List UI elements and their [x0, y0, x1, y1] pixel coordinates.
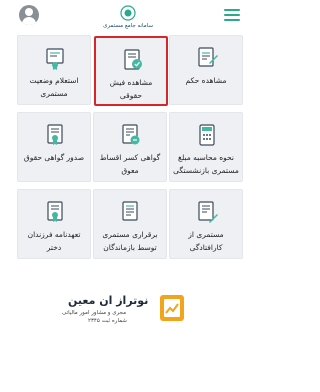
tile-salary-certificate[interactable]: صدور گواهی حقوق	[17, 112, 91, 182]
ruling-document-icon	[198, 47, 218, 67]
tile-label: گواهی کسر اقساط معوق	[99, 153, 161, 175]
tile-label: مشاهده حکم	[185, 76, 227, 85]
brand-subtitle: مجری و مشاور امور مالیاتی	[62, 310, 127, 316]
brand-registration: شماره ثبت ۲۳۴۵	[88, 318, 127, 324]
certificate-inquiry-icon	[46, 48, 64, 70]
tile-pension-calculation[interactable]: نحوه محاسبه مبلغ مستمری بازنشستگی	[169, 112, 243, 182]
payslip-icon	[124, 49, 142, 70]
tile-deduction-certificate[interactable]: گواهی کسر اقساط معوق	[93, 112, 167, 182]
tile-label: صدور گواهی حقوق	[23, 153, 85, 162]
deduction-certificate-icon	[122, 124, 140, 145]
commitment-letter-icon	[47, 201, 63, 222]
hamburger-menu-icon[interactable]	[224, 9, 240, 21]
tile-label: برقراری مستمری توسط بازماندگان	[102, 230, 158, 252]
tile-view-payslip[interactable]: مشاهده فیش حقوقی	[94, 36, 168, 106]
tile-daughters-commitment[interactable]: تعهدنامه فرزندان دختر	[17, 189, 91, 259]
tile-pension-status-inquiry[interactable]: استعلام وضعیت مستمری	[17, 35, 91, 105]
app-logo: سامانه جامع مستمری	[103, 5, 153, 29]
tile-label: مشاهده فیش حقوقی	[109, 78, 153, 100]
app-header: سامانه جامع مستمری	[0, 0, 259, 34]
brand-logo-icon	[160, 295, 184, 321]
survivors-pension-icon	[122, 201, 138, 221]
tile-view-ruling[interactable]: مشاهده حکم	[169, 35, 243, 105]
tile-label: تعهدنامه فرزندان دختر	[27, 230, 81, 252]
brand-name: نوتراز ان معین	[68, 294, 149, 307]
tile-label: نحوه محاسبه مبلغ مستمری بازنشستگی	[173, 153, 239, 175]
calculation-icon	[199, 124, 215, 146]
tile-label: مستمری از کارافتادگی	[188, 230, 224, 252]
salary-certificate-icon	[47, 124, 63, 145]
app-logo-text: سامانه جامع مستمری	[103, 23, 153, 29]
tile-survivors-pension[interactable]: برقراری مستمری توسط بازماندگان	[93, 189, 167, 259]
disability-pension-icon	[198, 201, 218, 223]
user-icon[interactable]	[19, 5, 39, 25]
tile-disability-pension[interactable]: مستمری از کارافتادگی	[169, 189, 243, 259]
tile-label: استعلام وضعیت مستمری	[29, 76, 79, 98]
